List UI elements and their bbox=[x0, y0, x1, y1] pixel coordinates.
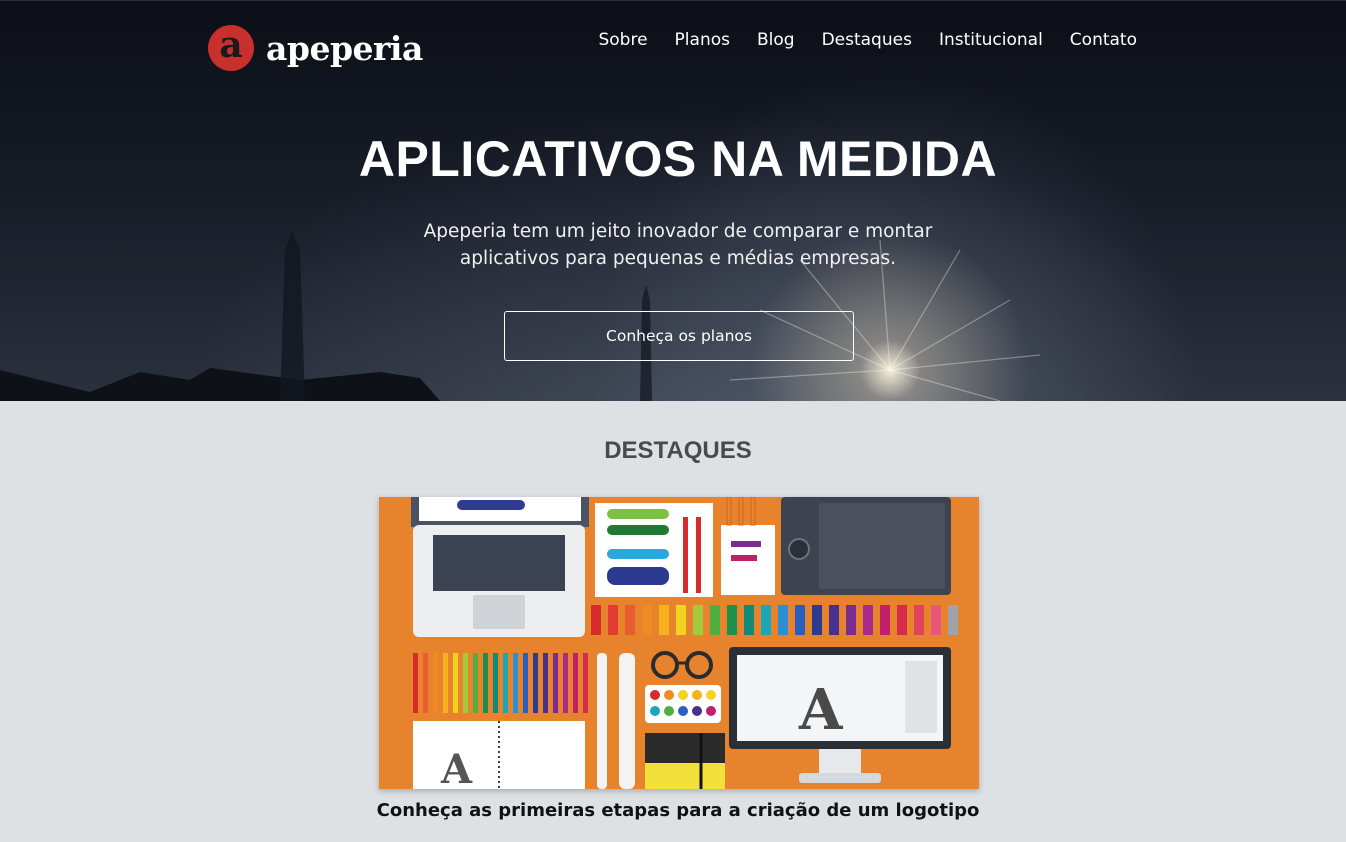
brand-logo[interactable]: a apeperia bbox=[208, 25, 423, 71]
main-nav: Sobre Planos Blog Destaques Instituciona… bbox=[571, 30, 1137, 50]
highlight-card-image[interactable]: A A bbox=[379, 497, 979, 789]
hero-title: APLICATIVOS NA MEDIDA bbox=[358, 131, 998, 187]
nav-item-institucional[interactable]: Institucional bbox=[939, 30, 1043, 50]
see-plans-button[interactable]: Conheça os planos bbox=[504, 311, 854, 361]
brand-name: apeperia bbox=[266, 28, 423, 68]
design-tools-illustration: A A bbox=[411, 497, 958, 789]
svg-text:A: A bbox=[440, 746, 473, 789]
nav-item-blog[interactable]: Blog bbox=[757, 30, 795, 50]
section-title: DESTAQUES bbox=[604, 437, 752, 464]
nav-item-contato[interactable]: Contato bbox=[1070, 30, 1137, 50]
nav-item-destaques[interactable]: Destaques bbox=[822, 30, 912, 50]
hero-subtitle: Apeperia tem um jeito inovador de compar… bbox=[423, 221, 933, 269]
nav-item-planos[interactable]: Planos bbox=[675, 30, 730, 50]
logo-mark-icon: a bbox=[208, 25, 254, 71]
highlight-card-title[interactable]: Conheça as primeiras etapas para a criaç… bbox=[300, 800, 1056, 821]
hero-banner: a apeperia Sobre Planos Blog Destaques I… bbox=[0, 0, 1346, 401]
nav-item-sobre[interactable]: Sobre bbox=[598, 30, 647, 50]
svg-text:A: A bbox=[798, 677, 844, 743]
